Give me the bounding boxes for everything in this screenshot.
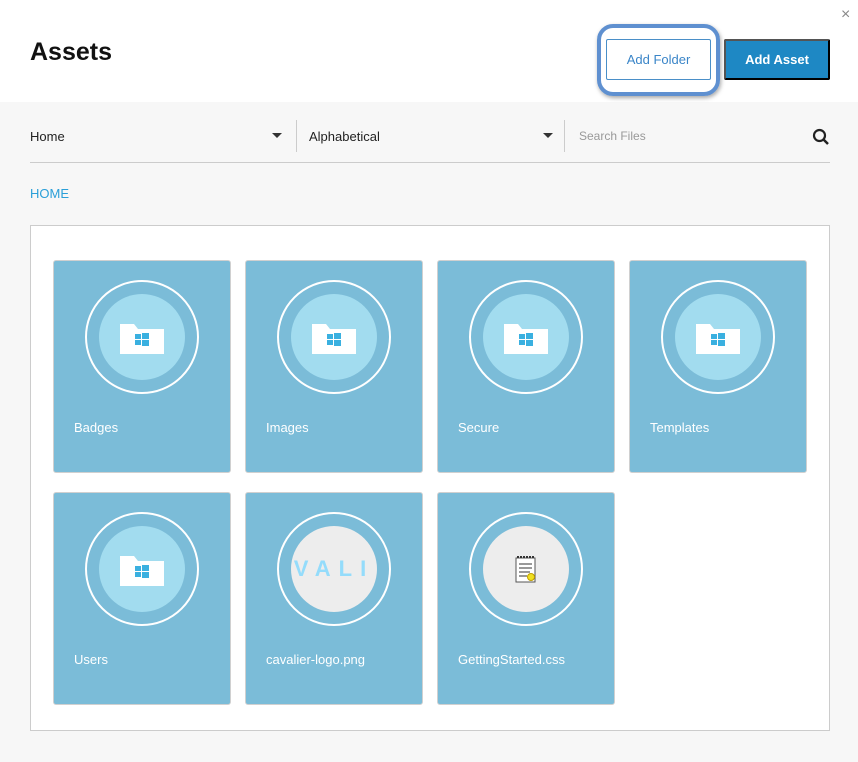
asset-grid: Badges Images Secure Templates Users VALI cava…: [30, 225, 830, 731]
asset-name: Templates: [650, 420, 710, 435]
asset-thumbnail-ring: [661, 280, 775, 394]
chevron-down-icon[interactable]: [543, 133, 553, 138]
divider: [564, 120, 565, 152]
logo-preview-text: VALI: [293, 556, 375, 581]
asset-name: Images: [266, 420, 309, 435]
header: Assets × Add Folder Add Asset: [0, 0, 858, 102]
css-file-icon: [483, 526, 569, 612]
asset-card-folder[interactable]: Templates: [629, 260, 807, 473]
folder-icon: [99, 294, 185, 380]
search-icon[interactable]: [812, 128, 830, 146]
folder-select-value: Home: [30, 128, 65, 144]
page-title: Assets: [30, 38, 112, 66]
sort-select[interactable]: Alphabetical: [309, 120, 559, 152]
asset-name: Users: [74, 652, 108, 667]
asset-name: cavalier-logo.png: [266, 652, 366, 667]
asset-thumbnail-ring: [469, 280, 583, 394]
folder-icon: [99, 526, 185, 612]
asset-thumbnail-ring: [85, 280, 199, 394]
chevron-down-icon[interactable]: [272, 133, 282, 138]
asset-card-file[interactable]: GettingStarted.css: [437, 492, 615, 705]
add-asset-button[interactable]: Add Asset: [724, 39, 830, 80]
close-icon[interactable]: ×: [841, 6, 850, 24]
folder-icon: [291, 294, 377, 380]
folder-icon: [675, 294, 761, 380]
asset-card-folder[interactable]: Users: [53, 492, 231, 705]
divider: [296, 120, 297, 152]
asset-thumbnail-ring: [469, 512, 583, 626]
sort-select-value: Alphabetical: [309, 128, 380, 144]
asset-card-folder[interactable]: Badges: [53, 260, 231, 473]
search-input[interactable]: [579, 120, 799, 152]
asset-card-folder[interactable]: Secure: [437, 260, 615, 473]
asset-name: Secure: [458, 420, 500, 435]
add-folder-button[interactable]: Add Folder: [606, 39, 711, 80]
asset-thumbnail-ring: [277, 280, 391, 394]
filter-bar: Home Alphabetical: [30, 120, 830, 163]
asset-thumbnail-ring: [85, 512, 199, 626]
asset-thumbnail-ring: VALI: [277, 512, 391, 626]
image-preview: VALI: [291, 526, 377, 612]
asset-name: Badges: [74, 420, 119, 435]
folder-icon: [483, 294, 569, 380]
asset-card-image[interactable]: VALI cavalier-logo.png: [245, 492, 423, 705]
asset-name: GettingStarted.css: [458, 652, 565, 667]
breadcrumb-home[interactable]: HOME: [30, 186, 69, 201]
asset-card-folder[interactable]: Images: [245, 260, 423, 473]
folder-select[interactable]: Home: [30, 120, 285, 152]
